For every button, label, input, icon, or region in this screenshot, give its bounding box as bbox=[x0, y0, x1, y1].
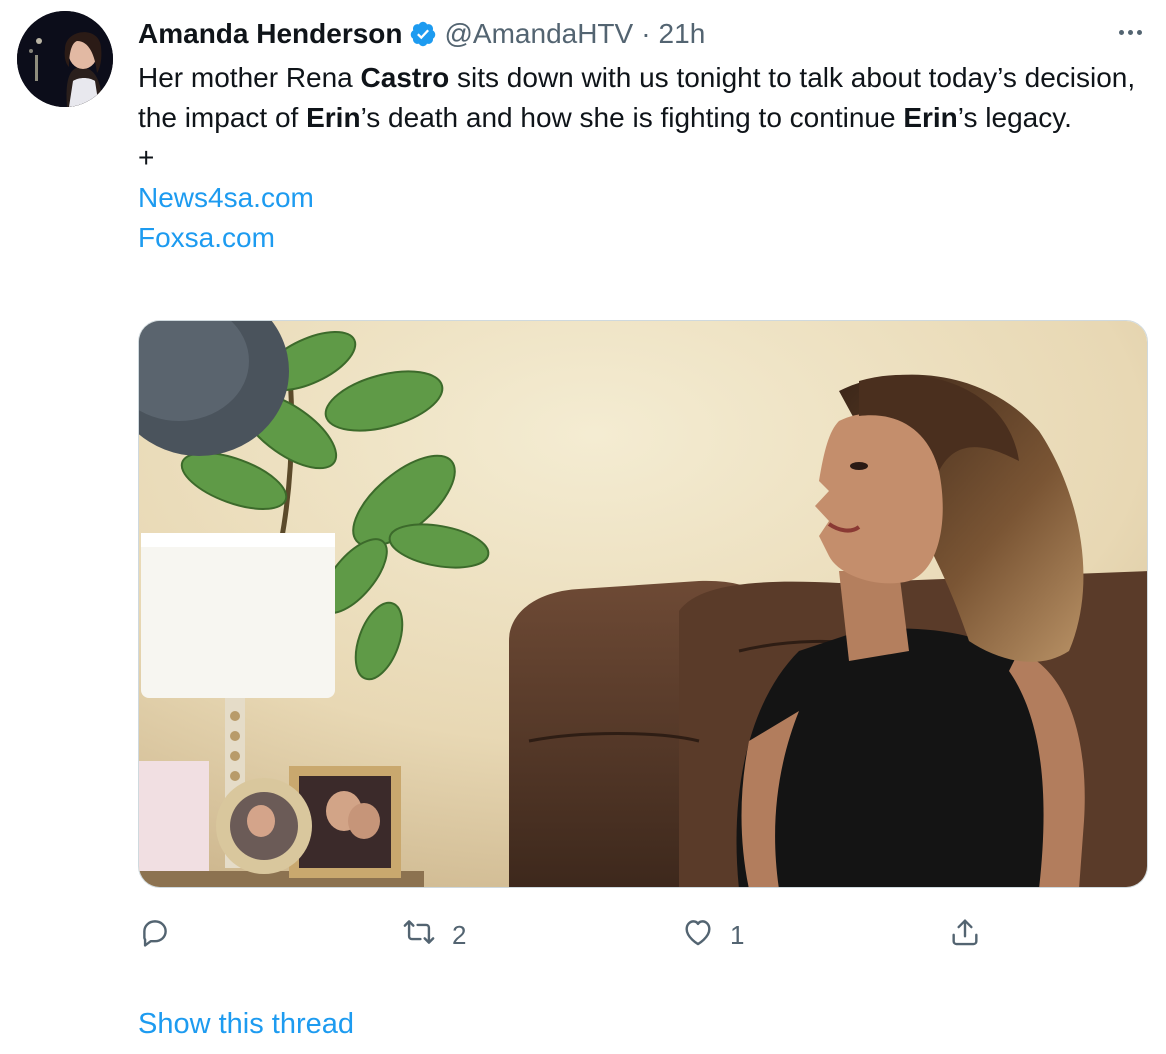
header-separator: · bbox=[641, 18, 651, 49]
plus-line: + bbox=[138, 142, 155, 173]
reply-button[interactable] bbox=[138, 912, 186, 958]
text-segment: Her mother Rena bbox=[138, 62, 361, 93]
tweet-text: Her mother Rena Castro sits down with us… bbox=[138, 58, 1138, 258]
author-handle[interactable]: @AmandaHTV bbox=[445, 18, 634, 50]
text-highlight: Erin bbox=[903, 102, 958, 133]
reply-icon bbox=[138, 915, 172, 956]
author-display-name[interactable]: Amanda Henderson bbox=[138, 18, 403, 50]
retweet-icon bbox=[400, 915, 438, 956]
share-icon bbox=[948, 915, 982, 956]
retweet-count: 2 bbox=[452, 919, 467, 950]
heart-icon bbox=[680, 915, 716, 956]
share-button[interactable] bbox=[948, 912, 996, 958]
text-segment: ’s legacy. bbox=[957, 102, 1072, 133]
tweet-photo[interactable] bbox=[138, 320, 1148, 888]
text-highlight: Castro bbox=[360, 62, 450, 93]
verified-badge-icon bbox=[409, 20, 437, 48]
retweet-button[interactable]: 2 bbox=[400, 912, 466, 958]
text-highlight: Erin bbox=[306, 102, 361, 133]
like-button[interactable]: 1 bbox=[680, 912, 744, 958]
tweet-actions: 2 1 bbox=[138, 912, 1148, 958]
tweet-header: Amanda Henderson @AmandaHTV · 21h bbox=[138, 14, 705, 54]
link-foxsa[interactable]: Foxsa.com bbox=[138, 218, 1138, 258]
tweet-timestamp[interactable]: 21h bbox=[659, 18, 706, 50]
link-news4sa[interactable]: News4sa.com bbox=[138, 178, 1138, 218]
text-segment: ’s death and how she is fighting to cont… bbox=[360, 102, 904, 133]
tweet-text-paragraph: Her mother Rena Castro sits down with us… bbox=[138, 58, 1138, 138]
show-thread-link[interactable]: Show this thread bbox=[138, 1008, 354, 1041]
author-avatar[interactable] bbox=[17, 11, 113, 107]
like-count: 1 bbox=[730, 919, 745, 950]
ellipsis-icon[interactable] bbox=[1108, 18, 1152, 46]
